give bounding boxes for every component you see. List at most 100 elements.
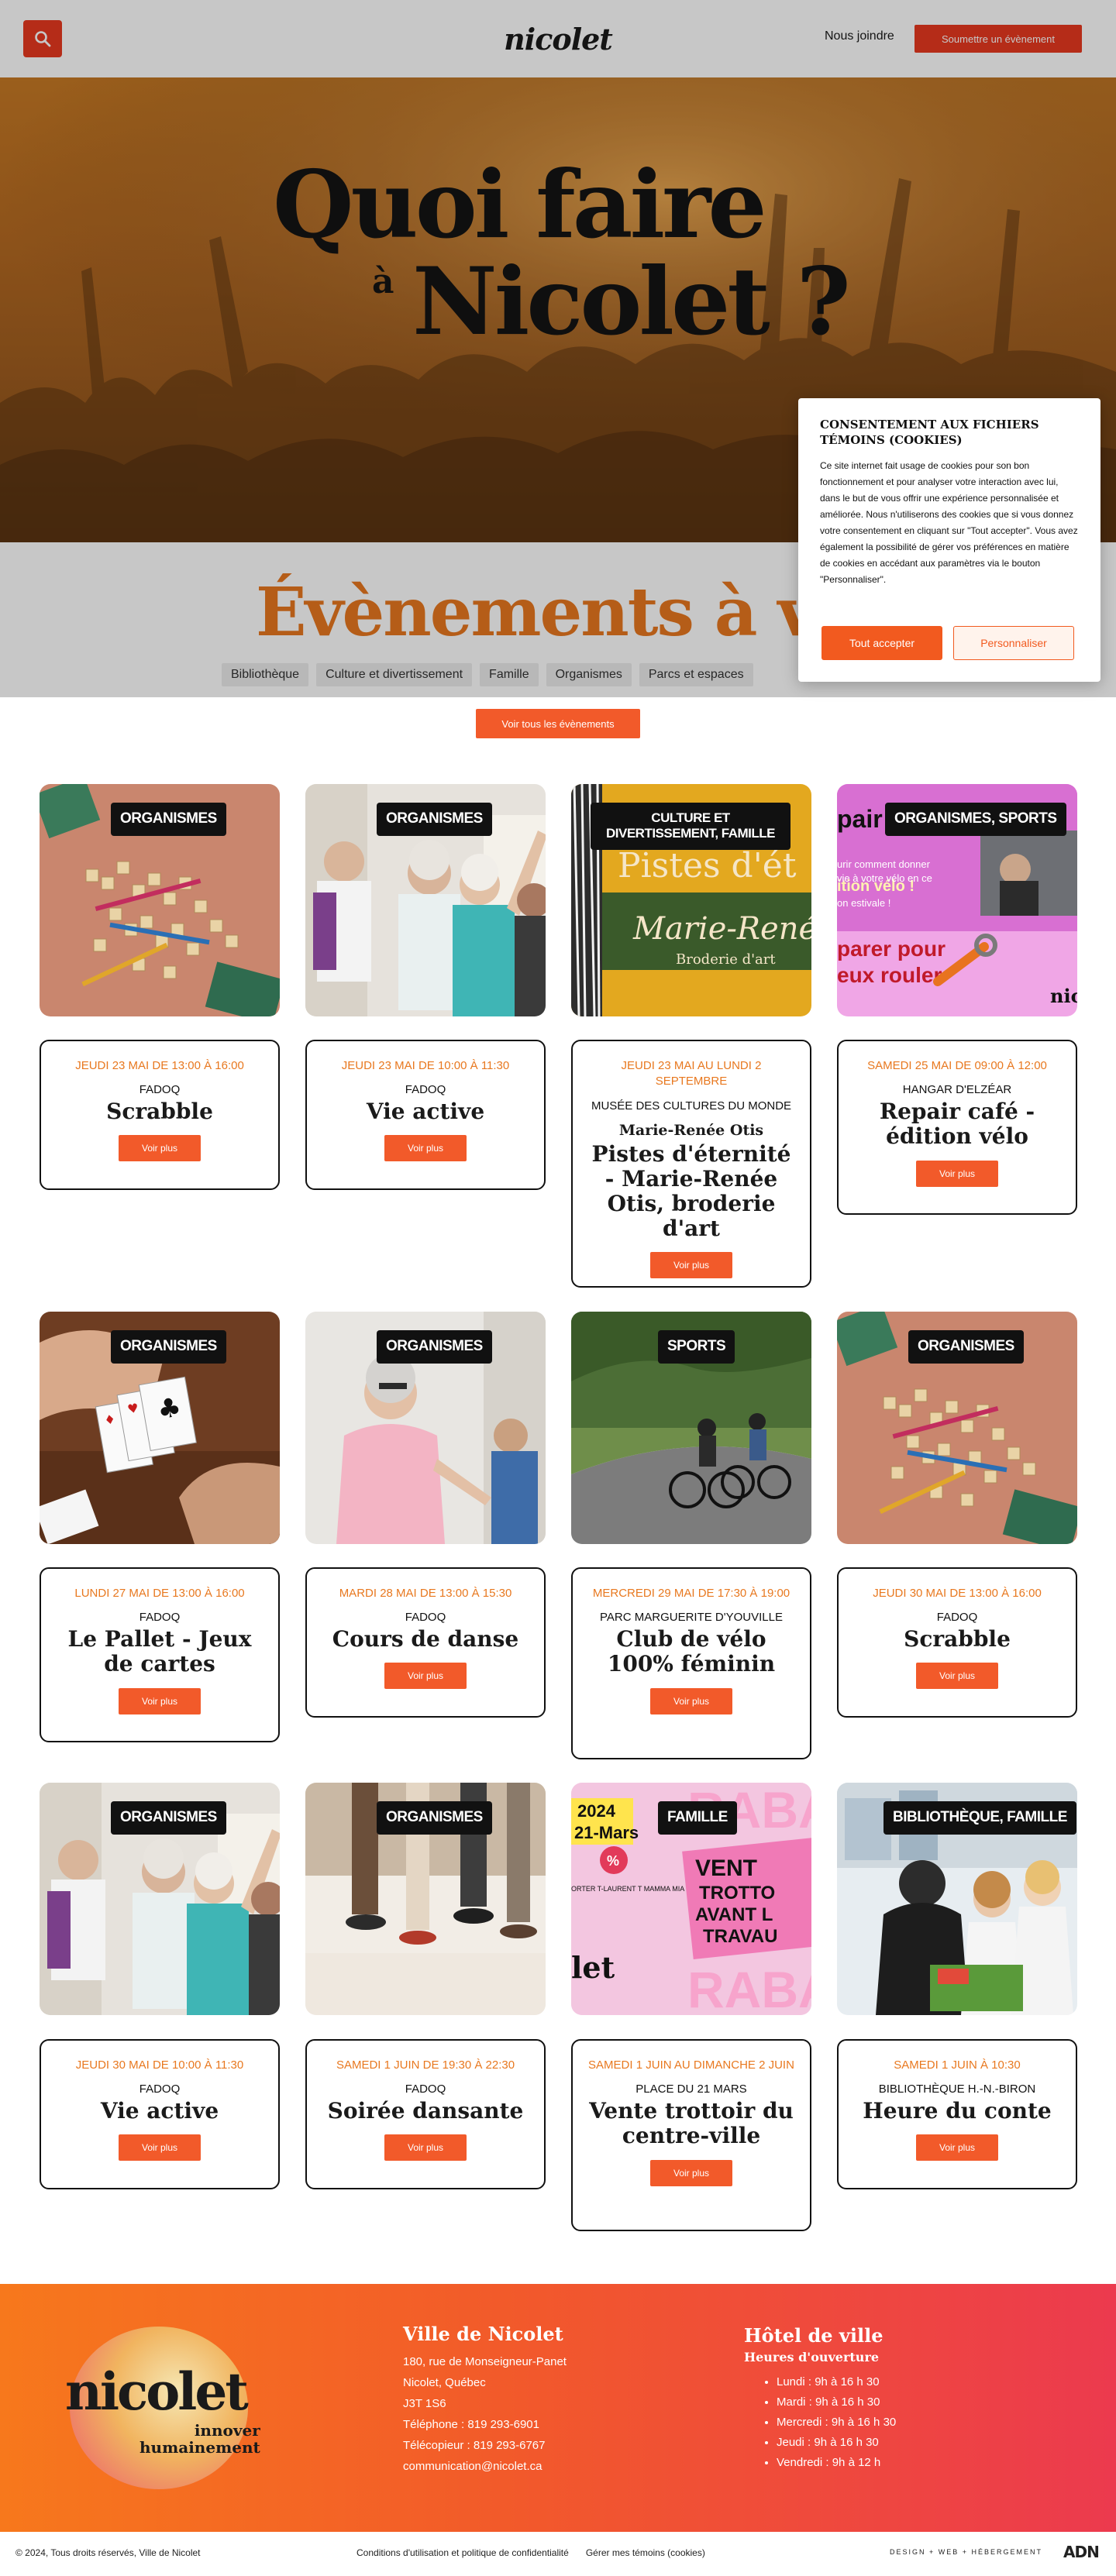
hours-item: Vendredi : 9h à 12 h: [777, 2453, 896, 2473]
see-more-button[interactable]: Voir plus: [650, 2159, 732, 2186]
footer-hours-title: Heures d'ouverture: [744, 2350, 880, 2364]
see-more-button[interactable]: Voir plus: [119, 1135, 201, 1162]
event-organizer: FADOQ: [139, 2082, 181, 2096]
event-title[interactable]: Repair café - édition vélo: [851, 1099, 1063, 1150]
footer-tagline-line2: humainement: [140, 2438, 260, 2457]
event-title[interactable]: Club de vélo 100% féminin: [585, 1627, 797, 1677]
event-date: Samedi 1 juin au dimanche 2 juin: [588, 2058, 794, 2072]
footer-city-title: Ville de Nicolet: [403, 2323, 563, 2345]
vente-poster-partners: ORTER T-LAURENT T MAMMA MIA: [571, 1885, 684, 1893]
event-category-tag: Organismes: [111, 803, 226, 836]
event-date: Mardi 28 mai de 13:00 à 15:30: [339, 1587, 512, 1600]
event-image[interactable]: Organismes: [40, 1783, 280, 2015]
accept-all-button[interactable]: Tout accepter: [822, 626, 942, 660]
see-more-button[interactable]: Voir plus: [650, 1687, 732, 1714]
pistes-poster-sub: Broderie d'art: [676, 951, 776, 968]
manage-cookies-link[interactable]: Gérer mes témoins (cookies): [586, 2547, 705, 2558]
event-date: Jeudi 23 mai de 10:00 à 11:30: [341, 1059, 510, 1072]
terms-link[interactable]: Conditions d'utilisation et politique de…: [356, 2547, 569, 2558]
event-date: Samedi 1 juin de 19:30 à 22:30: [336, 2058, 515, 2072]
event-title[interactable]: Scrabble: [851, 1627, 1063, 1652]
event-category-tag: Organismes: [111, 1330, 226, 1364]
footer-hall-title: Hôtel de ville: [744, 2324, 884, 2347]
event-category-tag: Organismes: [377, 1801, 492, 1835]
footer-logo[interactable]: nicolet: [65, 2361, 249, 2422]
event-image[interactable]: ♦ ♥ ♣ Organismes: [40, 1312, 280, 1544]
vente-poster-logo: let: [571, 1950, 615, 1985]
see-more-button[interactable]: Voir plus: [916, 1160, 998, 1187]
event-organizer: FADOQ: [936, 1611, 978, 1625]
event-title[interactable]: Vie active: [319, 1099, 532, 1124]
event-image[interactable]: Organismes: [305, 1783, 546, 2015]
see-more-button[interactable]: Voir plus: [916, 2134, 998, 2162]
see-more-button[interactable]: Voir plus: [119, 1687, 201, 1714]
pistes-poster-title: Pistes d'ét: [618, 846, 797, 886]
event-card: Jeudi 30 mai de 10:00 à 11:30 FADOQ Vie …: [40, 2039, 280, 2189]
footer-fax: Télécopieur : 819 293-6767: [403, 2439, 546, 2452]
event-title[interactable]: Pistes d'éternité - Marie-Renée Otis, br…: [585, 1141, 797, 1242]
see-more-button[interactable]: Voir plus: [916, 1663, 998, 1690]
event-image[interactable]: Organismes: [837, 1312, 1077, 1544]
customize-button[interactable]: Personnaliser: [953, 626, 1074, 660]
see-more-button[interactable]: Voir plus: [119, 2134, 201, 2162]
event-title[interactable]: Vie active: [53, 2099, 266, 2124]
event-image[interactable]: Organismes: [305, 1312, 546, 1544]
see-more-button[interactable]: Voir plus: [384, 2134, 467, 2162]
modal-backdrop-header: [0, 0, 1116, 77]
event-organizer: FADOQ: [139, 1611, 181, 1625]
event-date: Jeudi 23 mai de 13:00 à 16:00: [75, 1059, 244, 1072]
event-organizer: Musée des cultures du monde: [591, 1099, 792, 1113]
event-category-tag: Bibliothèque, Famille: [884, 1801, 1076, 1835]
event-image[interactable]: Sports: [571, 1312, 811, 1544]
event-title[interactable]: Cours de danse: [319, 1627, 532, 1652]
footer-tagline-line1: innover: [194, 2421, 260, 2440]
event-organizer: FADOQ: [405, 1611, 446, 1625]
repair-poster-word: pair: [837, 805, 883, 833]
footer-city: Nicolet, Québec: [403, 2376, 486, 2389]
event-category-tag: Organismes: [377, 1330, 492, 1364]
bottom-bar: © 2024, Tous droits réservés, Ville de N…: [0, 2532, 1116, 2576]
event-card: Jeudi 23 mai au lundi 2 septembre Musée …: [571, 1040, 811, 1288]
event-organizer: Place du 21 mars: [636, 2082, 747, 2096]
event-title[interactable]: Vente trottoir du centre-ville: [585, 2099, 797, 2149]
event-image[interactable]: Organismes: [40, 784, 280, 1016]
event-organizer: Bibliothèque H.-N.-Biron: [878, 2082, 1036, 2096]
event-image[interactable]: Bibliothèque, Famille: [837, 1783, 1077, 2015]
pistes-poster-script: Marie-René: [632, 911, 811, 947]
hours-item: Mardi : 9h à 16 h 30: [777, 2392, 896, 2413]
see-more-button[interactable]: Voir plus: [384, 1135, 467, 1162]
agency-logo[interactable]: ADN: [1063, 2543, 1100, 2561]
footer-contact: Ville de Nicolet 180, rue de Monseigneur…: [403, 2323, 567, 2477]
event-category-tag: Culture et divertissement, Famille: [591, 803, 790, 850]
event-title[interactable]: Scrabble: [53, 1099, 266, 1124]
event-title[interactable]: Le Pallet - Jeux de cartes: [53, 1627, 266, 1677]
event-card: Mardi 28 mai de 13:00 à 15:30 FADOQ Cour…: [305, 1567, 546, 1718]
see-more-button[interactable]: Voir plus: [384, 1663, 467, 1690]
event-image[interactable]: pair ition vélo ! urir comment donner vi…: [837, 784, 1077, 1016]
svg-text:TRAVAU: TRAVAU: [703, 1926, 777, 1947]
see-more-button[interactable]: Voir plus: [650, 1252, 732, 1279]
footer-hours: Hôtel de ville Heures d'ouverture Lundi …: [744, 2324, 896, 2473]
event-image[interactable]: RABA RABA 2024 21-Mars % VENT TROTTO AVA…: [571, 1783, 811, 2015]
event-image[interactable]: Pistes d'ét Marie-René Broderie d'art Cu…: [571, 784, 811, 1016]
cookie-body: Ce site internet fait usage de cookies p…: [820, 459, 1078, 585]
event-title[interactable]: Soirée dansante: [319, 2099, 532, 2124]
event-image[interactable]: Organismes: [305, 784, 546, 1016]
footer-phone[interactable]: Téléphone : 819 293-6901: [403, 2414, 567, 2435]
event-card: Samedi 25 mai de 09:00 à 12:00 Hangar d'…: [837, 1040, 1077, 1215]
footer-hours-list: Lundi : 9h à 16 h 30 Mardi : 9h à 16 h 3…: [744, 2372, 896, 2473]
event-date: Jeudi 30 mai de 13:00 à 16:00: [873, 1587, 1042, 1600]
event-card: Jeudi 30 mai de 13:00 à 16:00 FADOQ Scra…: [837, 1567, 1077, 1718]
event-card: Jeudi 23 mai de 10:00 à 11:30 FADOQ Vie …: [305, 1040, 546, 1190]
site-footer: nicolet innover humainement Ville de Nic…: [0, 2284, 1116, 2532]
event-category-tag: Sports: [658, 1330, 735, 1364]
event-title[interactable]: Heure du conte: [851, 2099, 1063, 2124]
event-category-tag: Famille: [658, 1801, 737, 1835]
footer-email-link[interactable]: communication@nicolet.ca: [403, 2456, 567, 2477]
svg-text:AVANT L: AVANT L: [695, 1904, 773, 1925]
page: nicolet Nous joindre Soumettre un évènem…: [0, 0, 1116, 2576]
vente-poster-words: VENT: [695, 1855, 757, 1881]
view-all-events-button[interactable]: Voir tous les évènements: [476, 709, 640, 738]
repair-poster-line: vie à votre vélo en ce: [837, 872, 932, 884]
footer-address: 180, rue de Monseigneur-Panet: [403, 2355, 567, 2368]
